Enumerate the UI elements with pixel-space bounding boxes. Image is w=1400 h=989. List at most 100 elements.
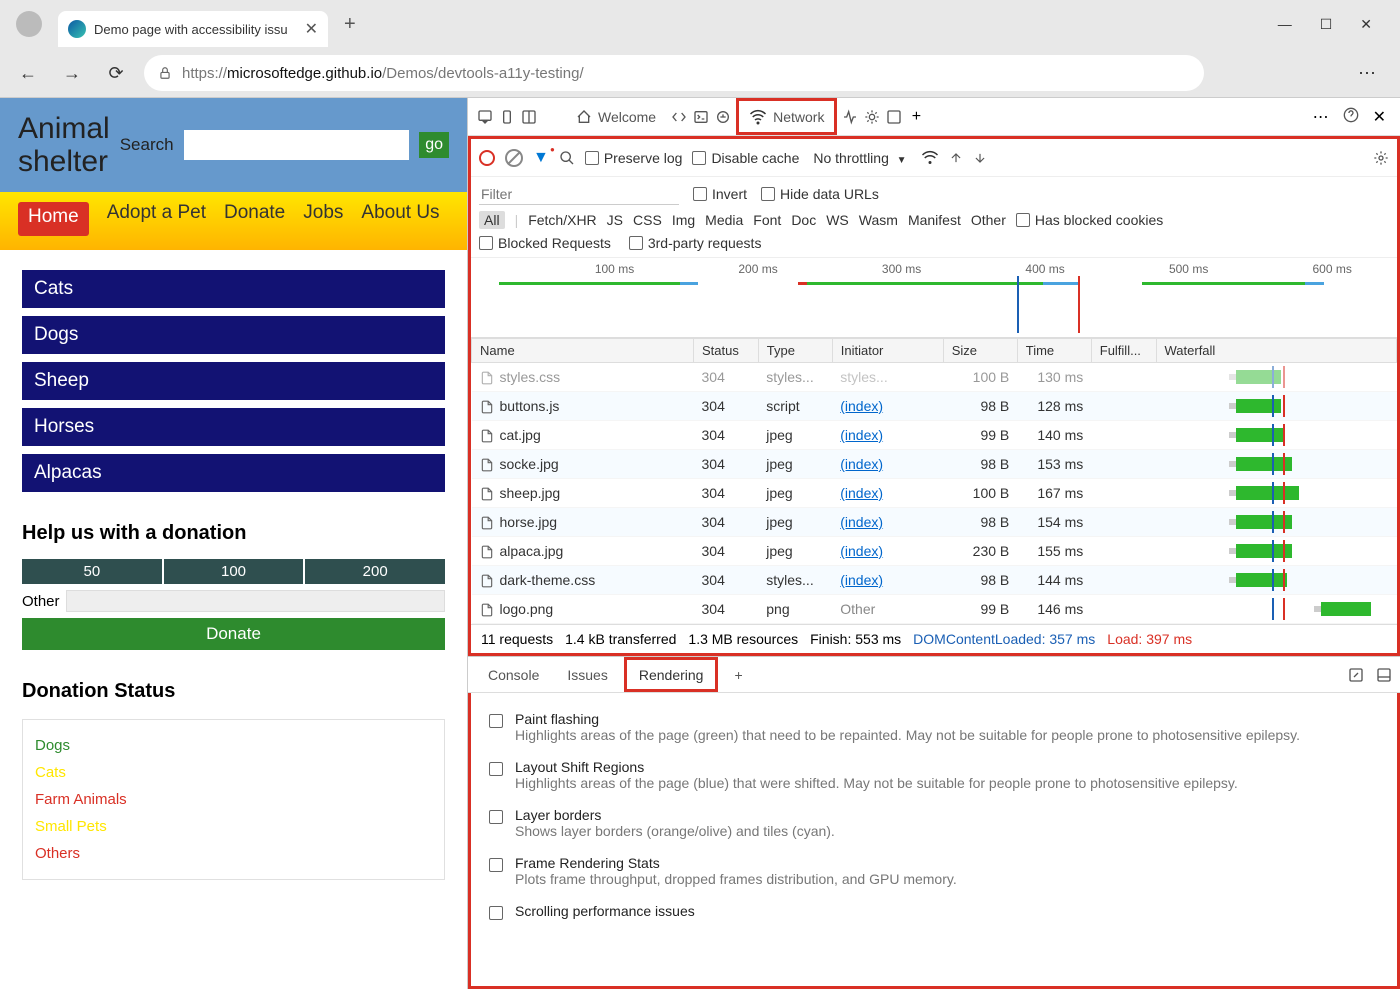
rendering-checkbox[interactable]	[489, 714, 503, 728]
browser-tab[interactable]: Demo page with accessibility issu ✕	[58, 11, 328, 47]
search-icon[interactable]	[559, 150, 575, 166]
blocked-cookies-checkbox[interactable]: Has blocked cookies	[1016, 212, 1163, 228]
devtools-menu-icon[interactable]: ⋯	[1313, 107, 1329, 127]
settings-icon[interactable]	[1373, 150, 1389, 166]
initiator-link[interactable]: (index)	[840, 427, 883, 443]
rendering-checkbox[interactable]	[489, 810, 503, 824]
column-header[interactable]: Size	[943, 339, 1017, 363]
minimize-icon[interactable]: —	[1278, 16, 1292, 33]
third-party-checkbox[interactable]: 3rd-party requests	[629, 235, 762, 251]
back-button[interactable]: ←	[12, 57, 44, 89]
drawer-tab-issues[interactable]: Issues	[555, 657, 619, 692]
throttling-select[interactable]: No throttling ▼	[809, 150, 910, 166]
disable-cache-checkbox[interactable]: Disable cache	[692, 150, 799, 166]
initiator-link[interactable]: (index)	[840, 398, 883, 414]
drawer-dock-icon[interactable]	[1376, 667, 1392, 683]
nav-item-donate[interactable]: Donate	[224, 202, 285, 236]
nav-item-adopt-a-pet[interactable]: Adopt a Pet	[107, 202, 206, 236]
maximize-icon[interactable]: ☐	[1320, 16, 1333, 33]
rendering-checkbox[interactable]	[489, 906, 503, 920]
export-icon[interactable]	[973, 151, 987, 165]
elements-icon[interactable]	[670, 108, 688, 126]
column-header[interactable]: Initiator	[832, 339, 943, 363]
table-row[interactable]: socke.jpg304jpeg(index)98 B153 ms	[472, 450, 1397, 479]
donate-amount-200[interactable]: 200	[305, 559, 445, 584]
profile-icon[interactable]	[16, 11, 42, 37]
drawer-tab-rendering[interactable]: Rendering	[624, 657, 719, 692]
table-row[interactable]: horse.jpg304jpeg(index)98 B154 ms	[472, 508, 1397, 537]
inspect-icon[interactable]	[476, 108, 494, 126]
application-icon[interactable]	[885, 108, 903, 126]
filter-type-img[interactable]: Img	[672, 212, 695, 228]
donate-amount-50[interactable]: 50	[22, 559, 162, 584]
go-button[interactable]: go	[419, 132, 449, 158]
category-horses[interactable]: Horses	[22, 408, 445, 446]
filter-type-ws[interactable]: WS	[826, 212, 849, 228]
filter-toggle-icon[interactable]: ▼	[533, 149, 549, 167]
sources-icon[interactable]	[714, 108, 732, 126]
tab-network[interactable]: Network	[736, 98, 837, 135]
invert-checkbox[interactable]: Invert	[693, 186, 747, 202]
filter-type-wasm[interactable]: Wasm	[859, 212, 898, 228]
devtools-close-icon[interactable]: ✕	[1373, 107, 1386, 127]
category-sheep[interactable]: Sheep	[22, 362, 445, 400]
column-header[interactable]: Name	[472, 339, 694, 363]
address-bar[interactable]: https://microsoftedge.github.io/Demos/de…	[144, 55, 1204, 91]
table-row[interactable]: alpaca.jpg304jpeg(index)230 B155 ms	[472, 537, 1397, 566]
filter-type-js[interactable]: JS	[607, 212, 623, 228]
column-header[interactable]: Status	[694, 339, 759, 363]
initiator-link[interactable]: (index)	[840, 514, 883, 530]
initiator-link[interactable]: (index)	[840, 543, 883, 559]
help-icon[interactable]	[1343, 107, 1359, 127]
donate-amount-100[interactable]: 100	[164, 559, 304, 584]
filter-type-font[interactable]: Font	[753, 212, 781, 228]
device-icon[interactable]	[498, 108, 516, 126]
tab-close-icon[interactable]: ✕	[305, 19, 318, 39]
drawer-tab-console[interactable]: Console	[476, 657, 551, 692]
close-icon[interactable]: ✕	[1360, 16, 1372, 33]
initiator-link[interactable]: (index)	[840, 572, 883, 588]
nav-item-jobs[interactable]: Jobs	[303, 202, 343, 236]
rendering-checkbox[interactable]	[489, 858, 503, 872]
initiator-link[interactable]: (index)	[840, 456, 883, 472]
column-header[interactable]: Type	[758, 339, 832, 363]
memory-icon[interactable]	[863, 108, 881, 126]
record-button[interactable]	[479, 150, 495, 166]
browser-menu-icon[interactable]: ⋯	[1346, 63, 1388, 84]
filter-type-fetch-xhr[interactable]: Fetch/XHR	[528, 212, 596, 228]
table-row[interactable]: sheep.jpg304jpeg(index)100 B167 ms	[472, 479, 1397, 508]
clear-button[interactable]	[505, 149, 523, 167]
filter-type-all[interactable]: All	[479, 211, 505, 229]
drawer-expand-icon[interactable]	[1348, 667, 1364, 683]
more-tabs-icon[interactable]: +	[907, 108, 925, 126]
search-input[interactable]	[184, 130, 410, 160]
console-icon[interactable]	[692, 108, 710, 126]
table-row[interactable]: cat.jpg304jpeg(index)99 B140 ms	[472, 421, 1397, 450]
initiator-link[interactable]: (index)	[840, 485, 883, 501]
donate-button[interactable]: Donate	[22, 618, 445, 650]
filter-type-media[interactable]: Media	[705, 212, 743, 228]
nav-item-home[interactable]: Home	[18, 202, 89, 236]
import-icon[interactable]	[949, 151, 963, 165]
category-dogs[interactable]: Dogs	[22, 316, 445, 354]
refresh-button[interactable]: ⟳	[100, 57, 132, 89]
drawer-add-tab[interactable]: +	[722, 657, 754, 692]
network-timeline[interactable]: 100 ms200 ms300 ms400 ms500 ms600 ms	[471, 258, 1397, 338]
table-row[interactable]: buttons.js304script(index)98 B128 ms	[472, 392, 1397, 421]
table-row[interactable]: dark-theme.css304styles...(index)98 B144…	[472, 566, 1397, 595]
new-tab-button[interactable]: +	[336, 13, 364, 36]
table-row[interactable]: logo.png304pngOther99 B146 ms	[472, 595, 1397, 624]
category-cats[interactable]: Cats	[22, 270, 445, 308]
dock-icon[interactable]	[520, 108, 538, 126]
column-header[interactable]: Waterfall	[1156, 339, 1397, 363]
blocked-requests-checkbox[interactable]: Blocked Requests	[479, 235, 611, 251]
filter-type-doc[interactable]: Doc	[791, 212, 816, 228]
filter-input[interactable]	[479, 183, 679, 205]
tab-welcome[interactable]: Welcome	[566, 98, 666, 135]
nav-item-about-us[interactable]: About Us	[361, 202, 439, 236]
preserve-log-checkbox[interactable]: Preserve log	[585, 150, 683, 166]
rendering-checkbox[interactable]	[489, 762, 503, 776]
hide-data-urls-checkbox[interactable]: Hide data URLs	[761, 186, 879, 202]
filter-type-manifest[interactable]: Manifest	[908, 212, 961, 228]
table-row[interactable]: styles.css304styles...styles...100 B130 …	[472, 363, 1397, 392]
